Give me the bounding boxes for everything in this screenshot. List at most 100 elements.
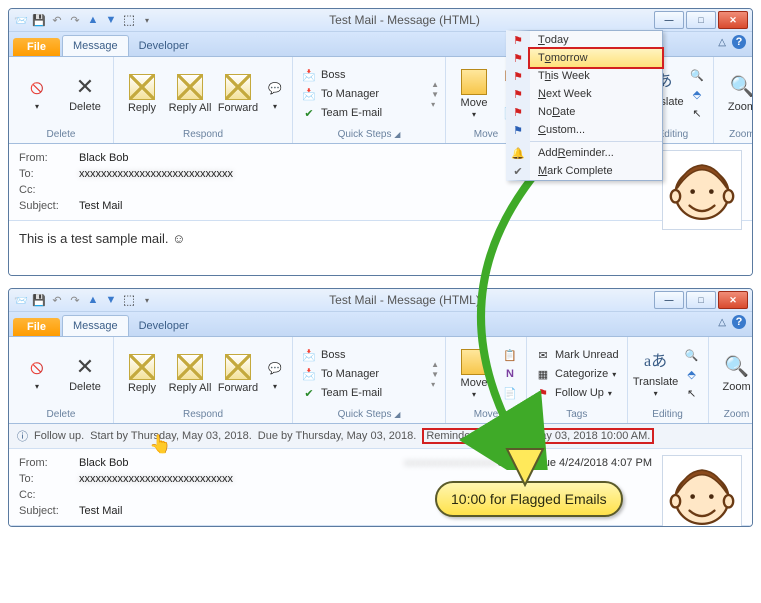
save-icon[interactable]: 💾: [31, 12, 47, 28]
reply-button[interactable]: Reply: [120, 74, 164, 114]
categorize-button[interactable]: ▦Categorize ▾: [533, 365, 621, 383]
move-button[interactable]: Move▾: [452, 349, 496, 400]
quick-expand[interactable]: ▾: [431, 100, 439, 109]
tab-message[interactable]: Message: [62, 35, 129, 56]
menu-custom[interactable]: ⚑Custom...: [530, 121, 662, 139]
quick-to-manager[interactable]: 📩To Manager: [299, 365, 427, 383]
forward-button[interactable]: Forward: [216, 354, 260, 394]
actions-button[interactable]: 📄: [500, 384, 520, 402]
reply-all-button[interactable]: Reply All: [168, 74, 212, 114]
minimize-button[interactable]: —: [654, 291, 684, 309]
reply-label: Reply: [128, 382, 156, 394]
minimize-button[interactable]: —: [654, 11, 684, 29]
tab-file[interactable]: File: [13, 38, 60, 56]
help-icon[interactable]: ?: [732, 35, 746, 49]
maximize-button[interactable]: □: [686, 291, 716, 309]
junk-button[interactable]: 🚫▾: [15, 357, 59, 392]
find-button[interactable]: 🔍: [682, 346, 702, 364]
undo-icon[interactable]: ↶: [49, 12, 65, 28]
quick-boss[interactable]: 📩Boss: [299, 66, 427, 84]
quick-team-email[interactable]: ✔Team E-mail: [299, 104, 427, 122]
find-button[interactable]: 🔍: [687, 66, 707, 84]
save-icon[interactable]: 💾: [31, 292, 47, 308]
menu-this-week[interactable]: ⚑This Week: [530, 67, 662, 85]
group-zoom: 🔍Zoom Zoom: [709, 337, 753, 423]
menu-mark-complete[interactable]: ✔Mark Complete: [530, 162, 662, 180]
org-chart-icon[interactable]: ⬚: [121, 292, 137, 308]
reply-all-button[interactable]: Reply All: [168, 354, 212, 394]
tab-message[interactable]: Message: [62, 315, 129, 336]
junk-button[interactable]: 🚫▾: [15, 77, 59, 112]
subject-value: Test Mail: [79, 200, 742, 212]
follow-up-infobar: ⓘ Follow up. Start by Thursday, May 03, …: [9, 424, 752, 449]
next-icon[interactable]: ▼: [103, 12, 119, 28]
related-button[interactable]: ⬘: [687, 85, 707, 103]
previous-icon[interactable]: ▲: [85, 292, 101, 308]
redo-icon[interactable]: ↷: [67, 12, 83, 28]
undo-icon[interactable]: ↶: [49, 292, 65, 308]
group-delete: 🚫▾ ✕Delete Delete: [9, 337, 114, 423]
redo-icon[interactable]: ↷: [67, 292, 83, 308]
related-icon: ⬘: [684, 366, 700, 382]
follow-up-menu: ⚑Today ⚑Tomorrow ⚑This Week ⚑Next Week ⚑…: [506, 30, 663, 181]
app-icon: 📨: [13, 12, 29, 28]
rules-button[interactable]: 📋: [500, 346, 520, 364]
forward-label: Forward: [218, 102, 258, 114]
categorize-icon: ▦: [535, 366, 551, 382]
quick-boss[interactable]: 📩Boss: [299, 346, 427, 364]
reply-label: Reply: [128, 102, 156, 114]
group-label: Tags: [533, 409, 621, 421]
quick-scroll-down[interactable]: ▼: [431, 90, 439, 99]
group-label: Respond: [120, 129, 286, 141]
quick-scroll-down[interactable]: ▼: [431, 370, 439, 379]
rules-icon: 📋: [502, 347, 518, 363]
close-button[interactable]: ✕: [718, 291, 748, 309]
checkmark-icon: ✔: [301, 105, 317, 121]
minimize-ribbon-icon[interactable]: △: [718, 37, 726, 48]
translate-button[interactable]: aあTranslate▾: [634, 350, 678, 399]
translate-label: Translate: [633, 376, 678, 388]
zoom-button[interactable]: 🔍Zoom: [720, 75, 753, 113]
quick-expand[interactable]: ▾: [431, 380, 439, 389]
reply-button[interactable]: Reply: [120, 354, 164, 394]
org-chart-icon[interactable]: ⬚: [121, 12, 137, 28]
more-respond-button[interactable]: 💬▾: [264, 77, 286, 112]
quick-to-manager[interactable]: 📩To Manager: [299, 85, 427, 103]
forward-button[interactable]: Forward: [216, 74, 260, 114]
menu-tomorrow[interactable]: ⚑Tomorrow: [528, 47, 664, 69]
qat-more-icon[interactable]: ▾: [139, 292, 155, 308]
delete-button[interactable]: ✕Delete: [63, 75, 107, 113]
previous-icon[interactable]: ▲: [85, 12, 101, 28]
menu-add-reminder[interactable]: 🔔Add Reminder...: [530, 144, 662, 162]
more-respond-button[interactable]: 💬▾: [264, 357, 286, 392]
quick-scroll-up[interactable]: ▲: [431, 80, 439, 89]
move-button[interactable]: Move▾: [452, 69, 496, 120]
next-icon[interactable]: ▼: [103, 292, 119, 308]
cc-label: Cc:: [19, 184, 79, 196]
maximize-button[interactable]: □: [686, 11, 716, 29]
find-icon: 🔍: [689, 67, 705, 83]
select-button[interactable]: ↖: [682, 384, 702, 402]
cc-value: [79, 489, 742, 501]
quick-scroll-up[interactable]: ▲: [431, 360, 439, 369]
mark-unread-button[interactable]: ✉Mark Unread: [533, 346, 621, 364]
flag-icon: ⚑: [510, 34, 526, 47]
qat-more-icon[interactable]: ▾: [139, 12, 155, 28]
delete-button[interactable]: ✕Delete: [63, 355, 107, 393]
onenote-button[interactable]: N: [500, 365, 520, 383]
quick-team-email[interactable]: ✔Team E-mail: [299, 384, 427, 402]
minimize-ribbon-icon[interactable]: △: [718, 317, 726, 328]
sender-avatar: [662, 150, 742, 230]
menu-next-week[interactable]: ⚑Next Week: [530, 85, 662, 103]
select-button[interactable]: ↖: [687, 104, 707, 122]
menu-no-date[interactable]: ⚑No Date: [530, 103, 662, 121]
tab-developer[interactable]: Developer: [129, 316, 199, 336]
forward-icon: [225, 74, 251, 100]
close-button[interactable]: ✕: [718, 11, 748, 29]
tab-file[interactable]: File: [13, 318, 60, 336]
help-icon[interactable]: ?: [732, 315, 746, 329]
tab-developer[interactable]: Developer: [129, 36, 199, 56]
zoom-button[interactable]: 🔍Zoom: [715, 355, 753, 393]
related-button[interactable]: ⬘: [682, 365, 702, 383]
follow-up-button[interactable]: ⚑Follow Up ▾: [533, 384, 621, 402]
